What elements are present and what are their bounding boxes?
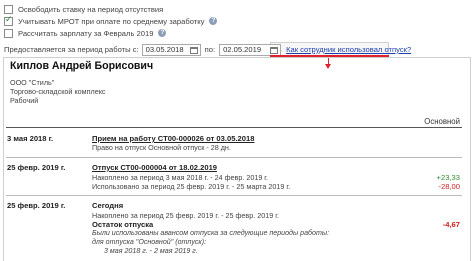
department: Торгово-складской комплекс	[10, 87, 106, 96]
employee-name: Киплов Андрей Борисович	[10, 60, 154, 72]
event-date: 25 февр. 2019 г.	[7, 201, 66, 210]
mrot-label: Учитывать МРОТ при оплате по среднему за…	[18, 16, 205, 26]
option-calc-salary[interactable]: Рассчитать зарплату за Февраль 2019 ?	[4, 27, 167, 39]
row-separator	[6, 157, 462, 158]
vacation-balance-label: Остаток отпуска	[92, 220, 154, 229]
period-label: Предоставляется за период работы с:	[4, 45, 139, 54]
event-line: Право на отпуск Основной отпуск - 28 дн.	[92, 143, 231, 152]
accrued-amount: +23,33	[436, 173, 460, 182]
period-to-value: 02.05.2019	[223, 45, 262, 54]
calc-salary-label: Рассчитать зарплату за Февраль 2019	[18, 28, 154, 38]
period-from-value: 03.05.2018	[145, 45, 184, 54]
header-separator	[6, 127, 462, 128]
advance-note: 3 мая 2018 г. - 2 мая 2019 г.	[104, 247, 198, 255]
vacation-balance-amount: -4,67	[442, 220, 460, 229]
release-rate-checkbox[interactable]	[4, 4, 13, 14]
calc-salary-checkbox[interactable]	[4, 28, 13, 38]
period-from-field[interactable]: 03.05.2018	[141, 43, 201, 56]
position: Рабочий	[10, 96, 39, 105]
advance-note: для отпуска "Основной" (отпуск):	[92, 238, 207, 246]
column-header: Основной	[424, 117, 460, 126]
advance-note: Были использованы авансом отпуска за сле…	[92, 229, 330, 237]
period-to-label: по:	[204, 45, 216, 54]
event-line: Накоплено за период 3 мая 2018 г. - 24 ф…	[92, 173, 269, 182]
calendar-icon[interactable]	[189, 46, 198, 54]
period-to-field[interactable]: 02.05.2019	[219, 43, 282, 56]
option-mrot[interactable]: Учитывать МРОТ при оплате по среднему за…	[4, 15, 218, 27]
event-date: 3 мая 2018 г.	[7, 134, 54, 143]
organization: ООО "Стиль"	[10, 78, 55, 87]
row-separator	[6, 195, 462, 196]
mrot-checkbox[interactable]	[4, 15, 13, 26]
release-rate-label: Освободить ставку на период отсутствия	[18, 4, 164, 14]
event-line: Накоплено за период 25 февр. 2019 г. - 2…	[92, 211, 279, 220]
option-release-rate[interactable]: Освободить ставку на период отсутствия	[4, 3, 163, 15]
calendar-icon[interactable]	[270, 46, 279, 54]
event-line: Использовано за период 25 февр. 2019 г. …	[92, 182, 291, 191]
event-title-link[interactable]: Прием на работу СТ00-000026 от 03.05.201…	[92, 134, 254, 143]
event-title: Сегодня	[92, 201, 124, 210]
vacation-usage-link[interactable]: Как сотрудник использовал отпуск?	[286, 45, 411, 54]
event-date: 25 февр. 2019 г.	[7, 163, 66, 172]
used-amount: -28,00	[438, 182, 460, 191]
event-title-link[interactable]: Отпуск СТ00-000004 от 18.02.2019	[92, 163, 217, 172]
help-icon[interactable]: ?	[209, 17, 218, 25]
help-icon[interactable]: ?	[158, 29, 167, 37]
